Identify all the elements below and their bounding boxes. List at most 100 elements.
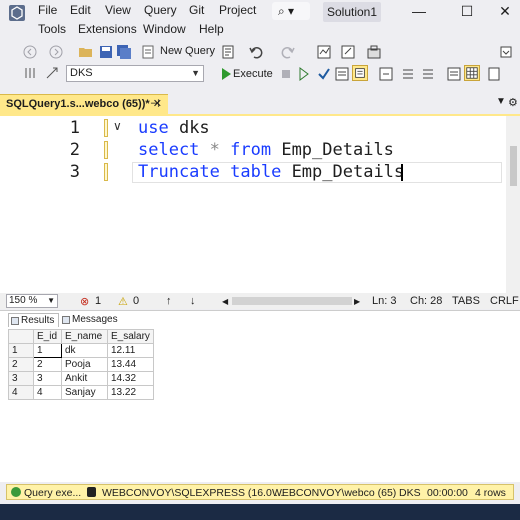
forward-icon[interactable]	[48, 44, 64, 60]
menu-view[interactable]: View	[105, 3, 131, 17]
intellisense-icon[interactable]	[378, 66, 394, 82]
menu-query[interactable]: Query	[144, 3, 177, 17]
properties-icon[interactable]	[340, 44, 356, 60]
back-icon[interactable]	[22, 44, 38, 60]
table-cell[interactable]: Ankit	[61, 371, 108, 386]
table-cell[interactable]: 14.32	[107, 371, 154, 386]
table-cell[interactable]: 1	[33, 343, 62, 358]
table-cell[interactable]: 4	[33, 385, 62, 400]
menu-window[interactable]: Window	[143, 22, 186, 36]
warning-count: 0	[133, 295, 140, 307]
table-row[interactable]: 2 2 Pooja 13.44	[8, 357, 154, 372]
tab-sqlquery1[interactable]: SQLQuery1.s...webco (65))* ✕	[0, 94, 168, 114]
sql-keyword: table	[230, 162, 282, 182]
server-name: WEBCONVOY\SQLEXPRESS (16.0 ...	[102, 487, 284, 499]
table-cell[interactable]: 2	[33, 357, 62, 372]
column-header[interactable]: E_name	[61, 329, 108, 344]
stop-icon[interactable]	[278, 66, 294, 82]
menu-edit[interactable]: Edit	[70, 3, 91, 17]
table-cell[interactable]: 13.22	[107, 385, 154, 400]
close-window-button[interactable]: ✕	[496, 2, 514, 20]
toolbox-icon[interactable]	[366, 44, 382, 60]
column-header[interactable]: E_id	[33, 329, 62, 344]
error-icon[interactable]: ⊗	[80, 295, 89, 308]
search-button[interactable]: ⌕ ▾	[272, 2, 310, 20]
tab-results[interactable]: Results	[8, 313, 60, 327]
query-options-icon[interactable]	[352, 65, 368, 81]
collapse-icon[interactable]: ∨	[113, 119, 122, 133]
results-to-text-icon[interactable]	[446, 66, 462, 82]
previous-issue-icon[interactable]: ↑	[166, 295, 172, 307]
table-cell[interactable]: 12.11	[107, 343, 154, 358]
results-pane: Results Messages E_id E_name E_salary 1 …	[0, 310, 520, 482]
query-editor[interactable]: 1 2 3 ∨ use dks select * from Emp_Detail…	[0, 114, 520, 294]
scroll-left-icon[interactable]: ◀	[222, 297, 228, 306]
maximize-button[interactable]: ☐	[458, 2, 476, 20]
debug-icon[interactable]	[296, 66, 312, 82]
row-header-corner	[8, 329, 34, 344]
settings-icon[interactable]: ⚙	[508, 96, 518, 109]
connect-icon[interactable]	[22, 65, 38, 81]
database-select[interactable]: DKS ▼	[66, 65, 204, 82]
row-number[interactable]: 3	[8, 371, 34, 386]
menu-tools[interactable]: Tools	[38, 22, 66, 36]
column-header[interactable]: E_salary	[107, 329, 154, 344]
zoom-value: 150 %	[9, 295, 38, 306]
include-plan-icon[interactable]	[400, 66, 416, 82]
table-cell[interactable]: 13.44	[107, 357, 154, 372]
scrollbar-thumb[interactable]	[510, 146, 517, 186]
editor-vertical-scrollbar[interactable]	[506, 116, 520, 294]
solution-name: Solution1	[323, 2, 381, 22]
results-grid[interactable]: E_id E_name E_salary 1 1 dk 12.11 2 2 Po…	[8, 329, 154, 400]
script-icon[interactable]	[220, 44, 236, 60]
menu-git[interactable]: Git	[189, 3, 204, 17]
menu-file[interactable]: File	[38, 3, 57, 17]
results-to-file-icon[interactable]	[486, 66, 502, 82]
line-number: 1	[69, 118, 80, 138]
sql-keyword: use	[138, 118, 169, 138]
table-row[interactable]: 4 4 Sanjay 13.22	[8, 385, 154, 400]
save-icon[interactable]	[98, 44, 114, 60]
editor-horizontal-scrollbar[interactable]	[232, 297, 352, 305]
tab-messages[interactable]: Messages	[60, 313, 122, 327]
activity-monitor-icon[interactable]	[316, 44, 332, 60]
tab-messages-label: Messages	[72, 314, 118, 325]
lock-icon	[87, 487, 96, 497]
change-connection-icon[interactable]	[44, 65, 60, 81]
table-cell[interactable]: Pooja	[61, 357, 108, 372]
toolbar-overflow-icon[interactable]	[498, 44, 514, 60]
standard-toolbar: New Query	[0, 42, 520, 62]
zoom-select[interactable]: 150 % ▼	[6, 294, 58, 308]
scroll-right-icon[interactable]: ▶	[354, 297, 360, 306]
row-number[interactable]: 1	[8, 343, 34, 358]
table-cell[interactable]: dk	[61, 343, 108, 358]
live-stats-icon[interactable]	[420, 66, 436, 82]
undo-icon[interactable]	[248, 44, 264, 60]
results-to-grid-icon[interactable]	[464, 65, 480, 81]
save-all-icon[interactable]	[116, 44, 132, 60]
minimize-button[interactable]: —	[410, 2, 428, 20]
execute-button[interactable]: Execute	[233, 68, 273, 80]
table-cell[interactable]: Sanjay	[61, 385, 108, 400]
menu-project[interactable]: Project	[219, 3, 256, 17]
line-position: Ln: 3	[372, 295, 397, 307]
redo-icon[interactable]	[280, 44, 296, 60]
table-row[interactable]: 3 3 Ankit 14.32	[8, 371, 154, 386]
menu-extensions[interactable]: Extensions	[78, 22, 137, 36]
open-folder-icon[interactable]	[78, 44, 94, 60]
next-issue-icon[interactable]: ↓	[190, 295, 196, 307]
new-query-icon[interactable]	[140, 44, 156, 60]
menu-help[interactable]: Help	[199, 22, 224, 36]
warning-icon[interactable]: ⚠	[118, 295, 128, 308]
row-number[interactable]: 2	[8, 357, 34, 372]
row-number[interactable]: 4	[8, 385, 34, 400]
parse-check-icon[interactable]	[316, 66, 332, 82]
tab-list-dropdown-icon[interactable]: ▼	[496, 96, 506, 107]
table-row[interactable]: 1 1 dk 12.11	[8, 343, 154, 358]
pin-tab-icon[interactable]: ⊣	[150, 97, 160, 110]
new-query-button[interactable]: New Query	[160, 45, 215, 57]
estimated-plan-icon[interactable]	[334, 66, 350, 82]
execute-icon[interactable]	[218, 66, 234, 82]
sql-identifier: Emp_Details	[271, 140, 394, 160]
table-cell[interactable]: 3	[33, 371, 62, 386]
